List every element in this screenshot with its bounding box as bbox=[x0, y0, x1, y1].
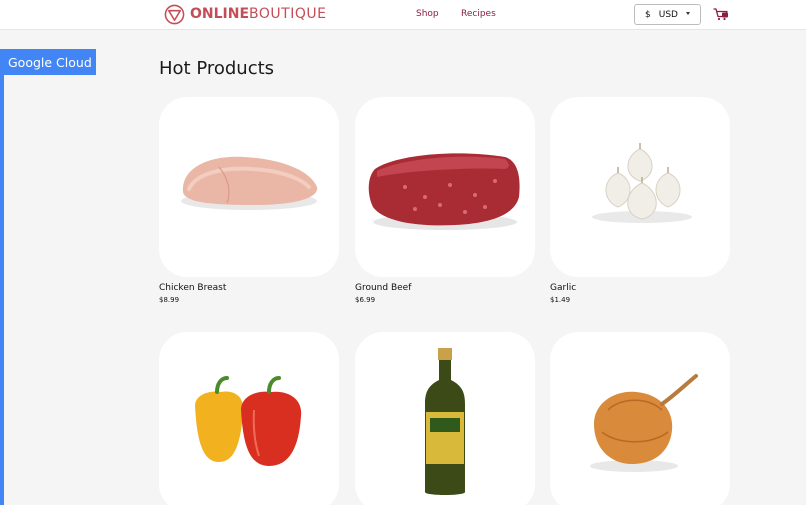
logo-text: ONLINEBOUTIQUE bbox=[190, 6, 326, 22]
currency-select[interactable]: $ USD bbox=[634, 4, 701, 25]
onion-image[interactable] bbox=[550, 332, 730, 505]
bell-peppers-image[interactable] bbox=[159, 332, 339, 505]
product-card-olive-oil[interactable] bbox=[355, 332, 535, 505]
logo-icon bbox=[164, 4, 185, 24]
olive-oil-image[interactable] bbox=[355, 332, 535, 505]
product-card-onion[interactable] bbox=[550, 332, 730, 505]
cart-icon[interactable] bbox=[713, 8, 729, 21]
product-price: $8.99 bbox=[159, 296, 180, 304]
currency-symbol: $ bbox=[645, 9, 651, 20]
google-cloud-badge: Google Cloud bbox=[0, 49, 96, 75]
chevron-down-icon bbox=[686, 12, 690, 15]
product-card-garlic[interactable]: Garlic $1.49 bbox=[550, 97, 730, 304]
product-name: Garlic bbox=[550, 283, 577, 293]
nav-shop[interactable]: Shop bbox=[416, 9, 439, 19]
product-card-chicken-breast[interactable]: Chicken Breast $8.99 bbox=[159, 97, 339, 304]
google-cloud-strip bbox=[0, 49, 4, 505]
garlic-image[interactable] bbox=[550, 97, 730, 277]
product-card-bell-peppers[interactable] bbox=[159, 332, 339, 505]
product-price: $6.99 bbox=[355, 296, 376, 304]
product-card-ground-beef[interactable]: Ground Beef $6.99 bbox=[355, 97, 535, 304]
logo-text-light: BOUTIQUE bbox=[249, 6, 327, 22]
product-price: $1.49 bbox=[550, 296, 571, 304]
product-name: Ground Beef bbox=[355, 283, 412, 293]
nav-recipes[interactable]: Recipes bbox=[461, 9, 496, 19]
top-header: ONLINEBOUTIQUE Shop Recipes $ USD bbox=[0, 0, 806, 30]
currency-code: USD bbox=[658, 9, 678, 20]
product-name: Chicken Breast bbox=[159, 283, 227, 293]
page-title: Hot Products bbox=[159, 58, 275, 79]
ground-beef-image[interactable] bbox=[355, 97, 535, 277]
chicken-breast-image[interactable] bbox=[159, 97, 339, 277]
logo-text-bold: ONLINE bbox=[190, 6, 250, 22]
logo[interactable]: ONLINEBOUTIQUE bbox=[164, 3, 326, 25]
